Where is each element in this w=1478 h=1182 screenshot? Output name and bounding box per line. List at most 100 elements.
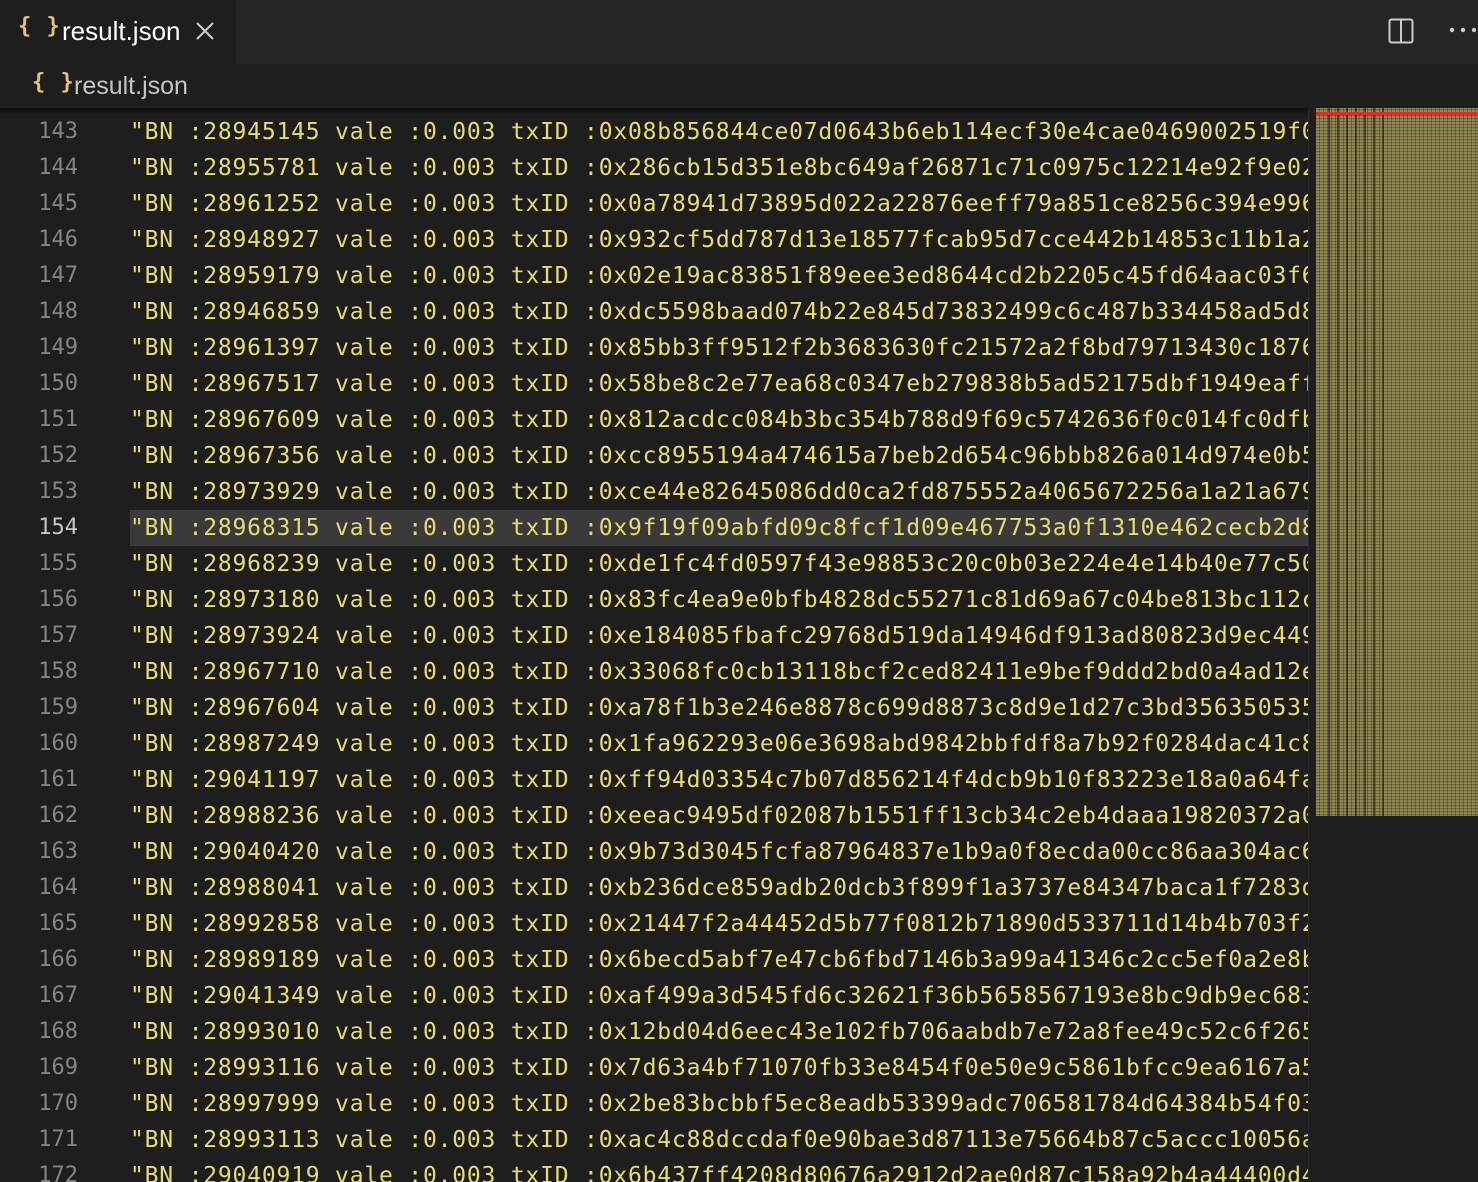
minimap-marker — [1316, 112, 1478, 115]
line-number: 168 — [38, 1019, 78, 1044]
line-text[interactable]: "BN :28993116 vale :0.003 txID :0x7d63a4… — [130, 1050, 1308, 1086]
code-line[interactable]: 153 "BN :28973929 vale :0.003 txID :0xce4… — [0, 474, 1308, 510]
line-number: 169 — [38, 1055, 78, 1080]
code-line[interactable]: 164 "BN :28988041 vale :0.003 txID :0xb23… — [0, 870, 1308, 906]
line-text[interactable]: "BN :28967356 vale :0.003 txID :0xcc8955… — [130, 438, 1308, 474]
line-text[interactable]: "BN :28948927 vale :0.003 txID :0x932cf5… — [130, 222, 1308, 258]
code-line[interactable]: 166 "BN :28989189 vale :0.003 txID :0x6be… — [0, 942, 1308, 978]
line-text[interactable]: "BN :28973924 vale :0.003 txID :0xe18408… — [130, 618, 1308, 654]
line-text[interactable]: "BN :28973929 vale :0.003 txID :0xce44e8… — [130, 474, 1308, 510]
line-text[interactable]: "BN :28989189 vale :0.003 txID :0x6becd5… — [130, 942, 1308, 978]
line-number: 163 — [38, 839, 78, 864]
line-text[interactable]: "BN :29041197 vale :0.003 txID :0xff94d0… — [130, 762, 1308, 798]
line-number: 145 — [38, 191, 78, 216]
code-line[interactable]: 152 "BN :28967356 vale :0.003 txID :0xcc8… — [0, 438, 1308, 474]
code-line[interactable]: 157 "BN :28973924 vale :0.003 txID :0xe18… — [0, 618, 1308, 654]
line-number: 158 — [38, 659, 78, 684]
line-number: 157 — [38, 623, 78, 648]
code-line[interactable]: 150 "BN :28967517 vale :0.003 txID :0x58b… — [0, 366, 1308, 402]
code-line[interactable]: 172 "BN :29040919 vale :0.003 txID :0x6b4… — [0, 1158, 1308, 1182]
line-text[interactable]: "BN :28959179 vale :0.003 txID :0x02e19a… — [130, 258, 1308, 294]
code-line[interactable]: 169 "BN :28993116 vale :0.003 txID :0x7d6… — [0, 1050, 1308, 1086]
line-number: 172 — [38, 1163, 78, 1182]
code-line[interactable]: 163 "BN :29040420 vale :0.003 txID :0x9b7… — [0, 834, 1308, 870]
line-text[interactable]: "BN :28987249 vale :0.003 txID :0x1fa962… — [130, 726, 1308, 762]
close-icon[interactable] — [192, 18, 218, 44]
line-text[interactable]: "BN :29041349 vale :0.003 txID :0xaf499a… — [130, 978, 1308, 1014]
line-text[interactable]: "BN :28967517 vale :0.003 txID :0x58be8c… — [130, 366, 1308, 402]
line-number: 152 — [38, 443, 78, 468]
minimap-code-texture — [1328, 108, 1388, 816]
line-text[interactable]: "BN :28997999 vale :0.003 txID :0x2be83b… — [130, 1086, 1308, 1122]
code-line[interactable]: 171 "BN :28993113 vale :0.003 txID :0xac4… — [0, 1122, 1308, 1158]
line-text[interactable]: "BN :28946859 vale :0.003 txID :0xdc5598… — [130, 294, 1308, 330]
line-text[interactable]: "BN :28967604 vale :0.003 txID :0xa78f1b… — [130, 690, 1308, 726]
line-number: 144 — [38, 155, 78, 180]
line-text[interactable]: "BN :28988041 vale :0.003 txID :0xb236dc… — [130, 870, 1308, 906]
code-line[interactable]: 161 "BN :29041197 vale :0.003 txID :0xff9… — [0, 762, 1308, 798]
line-number: 161 — [38, 767, 78, 792]
code-line[interactable]: 167 "BN :29041349 vale :0.003 txID :0xaf4… — [0, 978, 1308, 1014]
line-text[interactable]: "BN :28968315 vale :0.003 txID :0x9f19f0… — [130, 510, 1308, 546]
line-text[interactable]: "BN :29040420 vale :0.003 txID :0x9b73d3… — [130, 834, 1308, 870]
line-number: 170 — [38, 1091, 78, 1116]
line-number: 143 — [38, 119, 78, 144]
code-line[interactable]: 159 "BN :28967604 vale :0.003 txID :0xa78… — [0, 690, 1308, 726]
line-number: 150 — [38, 371, 78, 396]
line-text[interactable]: "BN :28961252 vale :0.003 txID :0x0a7894… — [130, 186, 1308, 222]
line-number: 160 — [38, 731, 78, 756]
line-text[interactable]: "BN :28993010 vale :0.003 txID :0x12bd04… — [130, 1014, 1308, 1050]
code-line[interactable]: 143 "BN :28945145 vale :0.003 txID :0x08b… — [0, 114, 1308, 150]
code-line[interactable]: 162 "BN :28988236 vale :0.003 txID :0xeea… — [0, 798, 1308, 834]
code-line[interactable]: 147 "BN :28959179 vale :0.003 txID :0x02e… — [0, 258, 1308, 294]
breadcrumb-item-result-json[interactable]: result.json — [74, 72, 188, 101]
line-number: 156 — [38, 587, 78, 612]
line-text[interactable]: "BN :28993113 vale :0.003 txID :0xac4c88… — [130, 1122, 1308, 1158]
minimap-divider — [1308, 108, 1309, 1182]
line-number: 146 — [38, 227, 78, 252]
line-text[interactable]: "BN :28967609 vale :0.003 txID :0x812acd… — [130, 402, 1308, 438]
split-editor-icon[interactable] — [1388, 18, 1414, 44]
line-number: 147 — [38, 263, 78, 288]
line-text[interactable]: "BN :28967710 vale :0.003 txID :0x33068f… — [130, 654, 1308, 690]
line-number: 165 — [38, 911, 78, 936]
code-line[interactable]: 149 "BN :28961397 vale :0.003 txID :0x85b… — [0, 330, 1308, 366]
code-line[interactable]: 148 "BN :28946859 vale :0.003 txID :0xdc5… — [0, 294, 1308, 330]
tab-result-json[interactable]: { } result.json — [0, 0, 236, 64]
breadcrumb-shadow — [0, 108, 1308, 114]
line-text[interactable]: "BN :28973180 vale :0.003 txID :0x83fc4e… — [130, 582, 1308, 618]
line-text[interactable]: "BN :28955781 vale :0.003 txID :0x286cb1… — [130, 150, 1308, 186]
line-text[interactable]: "BN :28961397 vale :0.003 txID :0x85bb3f… — [130, 330, 1308, 366]
code-line[interactable]: 154 "BN :28968315 vale :0.003 txID :0x9f1… — [0, 510, 1308, 546]
line-text[interactable]: "BN :28945145 vale :0.003 txID :0x08b856… — [130, 114, 1308, 150]
code-line[interactable]: 160 "BN :28987249 vale :0.003 txID :0x1fa… — [0, 726, 1308, 762]
code-line[interactable]: 144 "BN :28955781 vale :0.003 txID :0x286… — [0, 150, 1308, 186]
code-line[interactable]: 146 "BN :28948927 vale :0.003 txID :0x932… — [0, 222, 1308, 258]
line-text[interactable]: "BN :28992858 vale :0.003 txID :0x21447f… — [130, 906, 1308, 942]
line-number: 162 — [38, 803, 78, 828]
code-line[interactable]: 165 "BN :28992858 vale :0.003 txID :0x214… — [0, 906, 1308, 942]
more-actions-icon[interactable] — [1448, 20, 1478, 40]
editor-text-area[interactable]: 143 "BN :28945145 vale :0.003 txID :0x08b… — [0, 108, 1308, 1182]
code-line[interactable]: 145 "BN :28961252 vale :0.003 txID :0x0a7… — [0, 186, 1308, 222]
code-line[interactable]: 168 "BN :28993010 vale :0.003 txID :0x12b… — [0, 1014, 1308, 1050]
line-number: 164 — [38, 875, 78, 900]
code-line[interactable]: 170 "BN :28997999 vale :0.003 txID :0x2be… — [0, 1086, 1308, 1122]
line-number: 155 — [38, 551, 78, 576]
line-number: 159 — [38, 695, 78, 720]
tab-title: result.json — [62, 16, 181, 46]
tab-bar: { } result.json — [0, 0, 1478, 64]
json-file-icon: { } — [18, 14, 61, 39]
code-line[interactable]: 156 "BN :28973180 vale :0.003 txID :0x83f… — [0, 582, 1308, 618]
line-number: 153 — [38, 479, 78, 504]
code-line[interactable]: 158 "BN :28967710 vale :0.003 txID :0x330… — [0, 654, 1308, 690]
line-text[interactable]: "BN :28968239 vale :0.003 txID :0xde1fc4… — [130, 546, 1308, 582]
code-line[interactable]: 151 "BN :28967609 vale :0.003 txID :0x812… — [0, 402, 1308, 438]
line-text[interactable]: "BN :28988236 vale :0.003 txID :0xeeac94… — [130, 798, 1308, 834]
line-text[interactable]: "BN :29040919 vale :0.003 txID :0x6b437f… — [130, 1158, 1308, 1182]
minimap[interactable] — [1308, 108, 1478, 1182]
line-number: 166 — [38, 947, 78, 972]
line-number: 149 — [38, 335, 78, 360]
line-number: 154 — [38, 515, 78, 540]
code-line[interactable]: 155 "BN :28968239 vale :0.003 txID :0xde1… — [0, 546, 1308, 582]
